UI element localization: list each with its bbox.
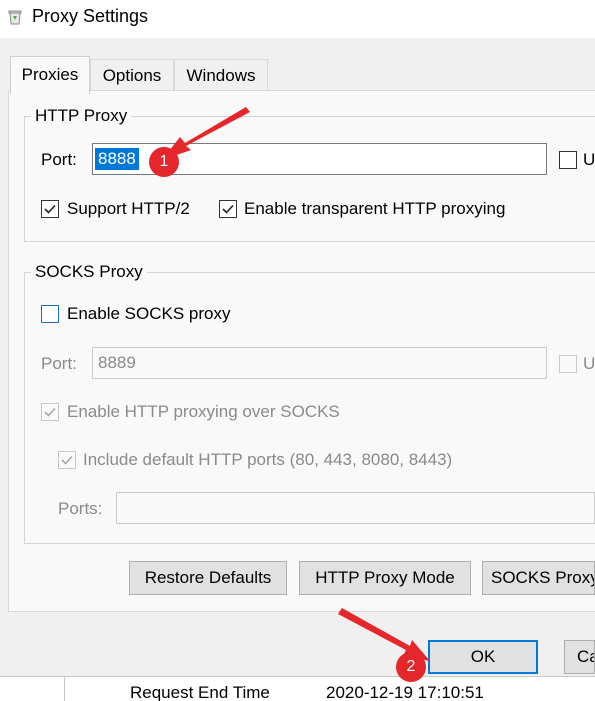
enable-socks-checkbox[interactable] bbox=[41, 305, 59, 323]
transparent-proxy-checkbox[interactable] bbox=[219, 200, 237, 218]
http-proxy-mode-button[interactable]: HTTP Proxy Mode bbox=[299, 561, 471, 595]
tab-options-label: Options bbox=[102, 66, 162, 85]
support-http2-checkbox[interactable] bbox=[41, 200, 59, 218]
window-title: Proxy Settings bbox=[32, 6, 149, 26]
http-proxy-legend: HTTP Proxy bbox=[31, 106, 132, 126]
include-default-ports-label: Include default HTTP ports (80, 443, 808… bbox=[83, 450, 453, 469]
http-over-socks-checkbox[interactable] bbox=[41, 403, 59, 421]
recycle-bin-icon bbox=[7, 9, 23, 25]
annotation-badge-1: 1 bbox=[149, 147, 179, 177]
check-icon bbox=[44, 407, 56, 417]
socks-port-extra-checkbox[interactable] bbox=[559, 355, 577, 373]
socks-port-value: 8889 bbox=[98, 353, 136, 372]
socks-port-input[interactable]: 8889 bbox=[92, 347, 547, 379]
tab-proxies[interactable]: Proxies bbox=[10, 56, 90, 94]
http-port-label: Port: bbox=[41, 150, 77, 169]
annotation-badge-2: 2 bbox=[396, 652, 426, 682]
background-field-label: Request End Time bbox=[130, 683, 270, 701]
ok-button[interactable]: OK bbox=[428, 640, 538, 674]
enable-socks-label: Enable SOCKS proxy bbox=[67, 304, 231, 323]
check-icon bbox=[44, 204, 56, 214]
restore-defaults-button[interactable]: Restore Defaults bbox=[129, 561, 287, 595]
title-bar[interactable]: Proxy Settings bbox=[0, 0, 595, 38]
tab-windows[interactable]: Windows bbox=[174, 59, 268, 93]
socks-port-extra-label: U bbox=[583, 354, 595, 373]
background-divider bbox=[64, 677, 65, 701]
support-http2-label: Support HTTP/2 bbox=[67, 199, 190, 218]
socks-port-label: Port: bbox=[41, 354, 77, 373]
background-window-strip: Request End Time 2020-12-19 17:10:51 bbox=[0, 676, 595, 701]
transparent-proxy-label: Enable transparent HTTP proxying bbox=[244, 199, 506, 218]
ports-input[interactable] bbox=[116, 492, 595, 524]
check-icon bbox=[222, 204, 234, 214]
http-port-value: 8888 bbox=[95, 148, 139, 170]
check-icon bbox=[61, 455, 73, 465]
http-port-extra-checkbox[interactable] bbox=[559, 151, 577, 169]
tab-windows-label: Windows bbox=[186, 66, 256, 85]
ports-label: Ports: bbox=[58, 499, 103, 518]
cancel-button[interactable]: Ca bbox=[564, 640, 595, 674]
background-field-value: 2020-12-19 17:10:51 bbox=[326, 683, 484, 701]
http-port-extra-label: U bbox=[583, 150, 595, 169]
tab-options[interactable]: Options bbox=[90, 59, 174, 93]
socks-proxy-button[interactable]: SOCKS Proxy bbox=[482, 561, 595, 595]
include-default-ports-checkbox[interactable] bbox=[58, 451, 76, 469]
http-over-socks-label: Enable HTTP proxying over SOCKS bbox=[67, 402, 340, 421]
socks-proxy-legend: SOCKS Proxy bbox=[31, 262, 147, 282]
http-proxy-group bbox=[24, 116, 595, 242]
tab-proxies-label: Proxies bbox=[21, 65, 79, 84]
